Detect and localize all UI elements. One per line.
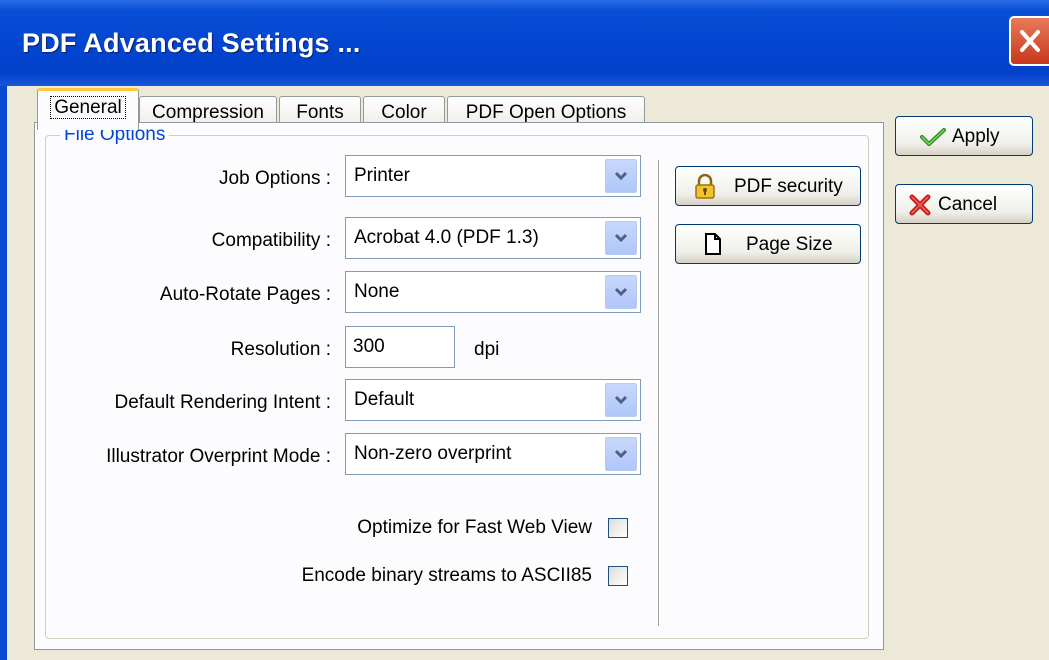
cancel-label: Cancel xyxy=(938,194,998,215)
rendering-intent-value: Default xyxy=(354,389,415,410)
rendering-intent-label: Default Rendering Intent : xyxy=(114,392,331,413)
lock-icon xyxy=(695,174,715,199)
compatibility-select[interactable]: Acrobat 4.0 (PDF 1.3) xyxy=(345,217,641,259)
compatibility-value: Acrobat 4.0 (PDF 1.3) xyxy=(354,227,539,248)
apply-button[interactable]: Apply xyxy=(895,116,1033,156)
chevron-down-icon xyxy=(614,449,628,459)
ascii85-label: Encode binary streams to ASCII85 xyxy=(301,565,592,586)
pdf-security-label: PDF security xyxy=(734,176,843,197)
rendering-intent-select[interactable]: Default xyxy=(345,379,641,421)
chevron-down-icon xyxy=(614,171,628,181)
pdf-security-button[interactable]: PDF security xyxy=(675,166,861,206)
rendering-intent-dropdown-button[interactable] xyxy=(605,383,637,417)
page-size-button[interactable]: Page Size xyxy=(675,224,861,264)
tab-general-label: General xyxy=(50,96,126,119)
ascii85-checkbox[interactable] xyxy=(608,566,628,586)
job-options-select[interactable]: Printer xyxy=(345,155,641,197)
page-size-label: Page Size xyxy=(746,234,833,255)
auto-rotate-value: None xyxy=(354,281,400,302)
file-options-group: File Options Job Options : Printer Compa… xyxy=(45,124,869,639)
checkmark-icon xyxy=(920,128,946,146)
red-x-icon xyxy=(909,194,931,216)
overprint-mode-select[interactable]: Non-zero overprint xyxy=(345,433,641,475)
auto-rotate-dropdown-button[interactable] xyxy=(605,275,637,309)
apply-label: Apply xyxy=(952,126,1000,147)
compatibility-dropdown-button[interactable] xyxy=(605,221,637,255)
chevron-down-icon xyxy=(614,287,628,297)
resolution-input[interactable]: 300 xyxy=(345,326,455,368)
dialog-body: General Compression Fonts Color PDF Open… xyxy=(7,86,1049,660)
overprint-mode-label: Illustrator Overprint Mode : xyxy=(106,446,331,467)
page-icon xyxy=(705,233,721,255)
resolution-label: Resolution : xyxy=(230,339,331,360)
vertical-divider xyxy=(658,160,660,626)
general-tab-panel: File Options Job Options : Printer Compa… xyxy=(34,122,884,650)
fast-web-view-checkbox[interactable] xyxy=(608,518,628,538)
compatibility-label: Compatibility : xyxy=(211,230,331,251)
job-options-dropdown-button[interactable] xyxy=(605,159,637,193)
overprint-mode-value: Non-zero overprint xyxy=(354,443,512,464)
fast-web-view-label: Optimize for Fast Web View xyxy=(357,517,592,538)
window-title: PDF Advanced Settings ... xyxy=(22,28,361,58)
chevron-down-icon xyxy=(614,395,628,405)
window-frame-left xyxy=(0,86,7,660)
resolution-unit: dpi xyxy=(474,339,500,360)
chevron-down-icon xyxy=(614,233,628,243)
overprint-mode-dropdown-button[interactable] xyxy=(605,437,637,471)
job-options-label: Job Options : xyxy=(219,168,331,189)
cancel-button[interactable]: Cancel xyxy=(895,184,1033,224)
auto-rotate-select[interactable]: None xyxy=(345,271,641,313)
tab-general[interactable]: General xyxy=(37,88,139,130)
title-bar[interactable]: PDF Advanced Settings ... xyxy=(0,0,1049,86)
close-icon xyxy=(1020,30,1040,52)
auto-rotate-label: Auto-Rotate Pages : xyxy=(159,284,331,305)
pdf-advanced-settings-window: PDF Advanced Settings ... General Compre… xyxy=(0,0,1049,660)
close-button[interactable] xyxy=(1009,16,1049,66)
job-options-value: Printer xyxy=(354,165,410,186)
